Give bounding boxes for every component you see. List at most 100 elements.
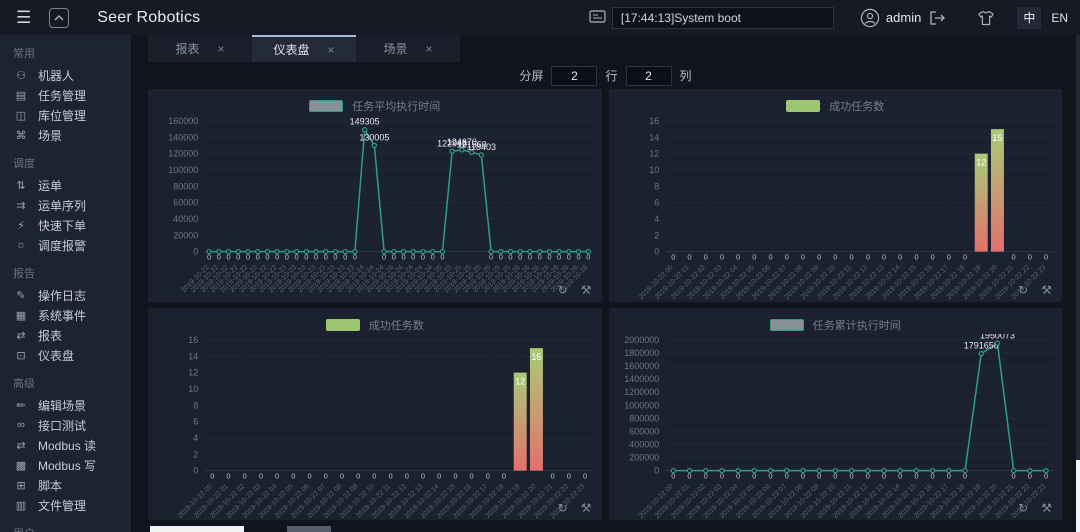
- sidebar: 常用⚇机器人▤任务管理◫库位管理⌘场景调度⇅运单⇉运单序列⚡快速下单☼调度报警报…: [0, 35, 131, 532]
- sidebar-item-dashboard[interactable]: ⊡仪表盘: [0, 345, 131, 365]
- svg-text:15: 15: [992, 133, 1002, 143]
- sidebar-scrollbar-thumb[interactable]: [1076, 460, 1080, 532]
- collapse-sidebar-button[interactable]: [49, 8, 69, 28]
- sidebar-item-file-management[interactable]: ▥文件管理: [0, 495, 131, 515]
- sidebar-scrollbar-track[interactable]: [1076, 35, 1080, 532]
- svg-text:16: 16: [649, 116, 659, 126]
- svg-text:15: 15: [531, 352, 541, 362]
- svg-text:0: 0: [489, 253, 493, 262]
- cols-input[interactable]: [626, 66, 672, 86]
- svg-text:0: 0: [528, 253, 532, 262]
- svg-text:1800000: 1800000: [624, 348, 659, 358]
- tab-label: 场景: [383, 40, 407, 57]
- sidebar-item-dispatch-alarm[interactable]: ☼调度报警: [0, 235, 131, 255]
- user-avatar-icon[interactable]: [860, 8, 880, 28]
- svg-text:0: 0: [898, 253, 902, 262]
- svg-text:0: 0: [275, 253, 279, 262]
- tab-label: 仪表盘: [273, 41, 309, 58]
- language-zh-button[interactable]: 中: [1017, 7, 1041, 29]
- svg-text:12: 12: [515, 376, 525, 386]
- sidebar-item-storage-management[interactable]: ◫库位管理: [0, 105, 131, 125]
- chart-legend[interactable]: 任务平均执行时间: [148, 89, 602, 115]
- horizontal-scrollbar-thumb[interactable]: [150, 526, 244, 532]
- user-name[interactable]: admin: [886, 10, 921, 25]
- svg-text:1200000: 1200000: [624, 387, 659, 397]
- sidebar-item-edit-scene[interactable]: ✏编辑场景: [0, 395, 131, 415]
- menu-icon[interactable]: ☰: [16, 8, 31, 28]
- close-icon[interactable]: ×: [426, 42, 433, 56]
- sidebar-item-report[interactable]: ⇄报表: [0, 325, 131, 345]
- script-icon: ⊞: [13, 479, 29, 492]
- svg-text:0: 0: [256, 253, 260, 262]
- topbar: ☰ Seer Robotics admin: [0, 0, 1080, 35]
- scene-icon: ⌘: [13, 129, 29, 142]
- tab-2[interactable]: 仪表盘 ×: [252, 35, 356, 62]
- svg-text:0: 0: [372, 471, 376, 480]
- tools-icon[interactable]: ⚒: [581, 283, 592, 297]
- refresh-icon[interactable]: ↻: [1018, 283, 1028, 297]
- sidebar-item-modbus-write[interactable]: ▩Modbus 写: [0, 455, 131, 475]
- svg-text:8: 8: [654, 181, 659, 191]
- svg-text:0: 0: [353, 253, 357, 262]
- sidebar-item-quick-order[interactable]: ⚡快速下单: [0, 215, 131, 235]
- sidebar-item-transport-order[interactable]: ⇅运单: [0, 175, 131, 195]
- legend-swatch-icon: [326, 319, 360, 331]
- line-chart: 0200004000060000800001000001200001400001…: [148, 115, 602, 302]
- language-en-button[interactable]: EN: [1051, 11, 1068, 25]
- logout-icon[interactable]: [929, 10, 947, 26]
- sidebar-item-label: 编辑场景: [38, 397, 86, 414]
- chart-legend[interactable]: 成功任务数: [609, 89, 1063, 115]
- sidebar-item-api-test[interactable]: ∞接口测试: [0, 415, 131, 435]
- refresh-icon[interactable]: ↻: [1018, 501, 1028, 515]
- svg-text:0: 0: [508, 253, 512, 262]
- theme-skin-icon[interactable]: [977, 10, 995, 26]
- sidebar-item-order-sequence[interactable]: ⇉运单序列: [0, 195, 131, 215]
- svg-text:400000: 400000: [629, 439, 659, 449]
- chart-legend[interactable]: 成功任务数: [148, 308, 602, 334]
- sidebar-item-system-event[interactable]: ▦系统事件: [0, 305, 131, 325]
- dashboard-grid: 任务平均执行时间 0200004000060000800001000001200…: [148, 89, 1062, 520]
- svg-text:0: 0: [817, 471, 821, 480]
- svg-text:0: 0: [259, 471, 263, 480]
- svg-text:149305: 149305: [350, 117, 380, 127]
- svg-text:14: 14: [188, 351, 198, 361]
- rows-input[interactable]: [551, 66, 597, 86]
- svg-text:0: 0: [340, 471, 344, 480]
- svg-text:0: 0: [687, 471, 691, 480]
- svg-text:0: 0: [1011, 471, 1015, 480]
- svg-text:0: 0: [382, 253, 386, 262]
- sidebar-item-operation-log[interactable]: ✎操作日志: [0, 285, 131, 305]
- dispatch-alarm-icon: ☼: [13, 239, 29, 251]
- sidebar-item-scene[interactable]: ⌘场景: [0, 125, 131, 145]
- svg-text:0: 0: [193, 247, 198, 257]
- svg-text:0: 0: [930, 471, 934, 480]
- close-icon[interactable]: ×: [328, 43, 335, 57]
- svg-text:160000: 160000: [168, 116, 198, 126]
- sidebar-item-label: 运单序列: [38, 197, 86, 214]
- sidebar-item-label: 报表: [38, 327, 62, 344]
- sidebar-item-script[interactable]: ⊞脚本: [0, 475, 131, 495]
- svg-text:0: 0: [193, 465, 198, 475]
- svg-text:0: 0: [1027, 471, 1031, 480]
- refresh-icon[interactable]: ↻: [558, 283, 568, 297]
- tools-icon[interactable]: ⚒: [1041, 283, 1052, 297]
- sidebar-item-modbus-read[interactable]: ⇄Modbus 读: [0, 435, 131, 455]
- tools-icon[interactable]: ⚒: [581, 501, 592, 515]
- tab-3[interactable]: 场景 ×: [356, 35, 460, 62]
- refresh-icon[interactable]: ↻: [558, 501, 568, 515]
- chart-title: 成功任务数: [829, 98, 884, 114]
- chart-legend[interactable]: 任务累计执行时间: [609, 308, 1063, 334]
- sidebar-item-robot[interactable]: ⚇机器人: [0, 65, 131, 85]
- horizontal-scrollbar-thumb-secondary[interactable]: [287, 526, 331, 532]
- tools-icon[interactable]: ⚒: [1041, 501, 1052, 515]
- svg-text:0: 0: [800, 471, 804, 480]
- system-message-input[interactable]: [612, 7, 834, 29]
- sidebar-section-label: 常用: [0, 35, 131, 65]
- svg-text:0: 0: [583, 471, 587, 480]
- svg-text:0: 0: [314, 253, 318, 262]
- svg-text:118403: 118403: [467, 142, 496, 152]
- close-icon[interactable]: ×: [218, 42, 225, 56]
- sidebar-item-task-management[interactable]: ▤任务管理: [0, 85, 131, 105]
- sidebar-item-label: 接口测试: [38, 417, 86, 434]
- tab-1[interactable]: 报表×: [148, 35, 252, 62]
